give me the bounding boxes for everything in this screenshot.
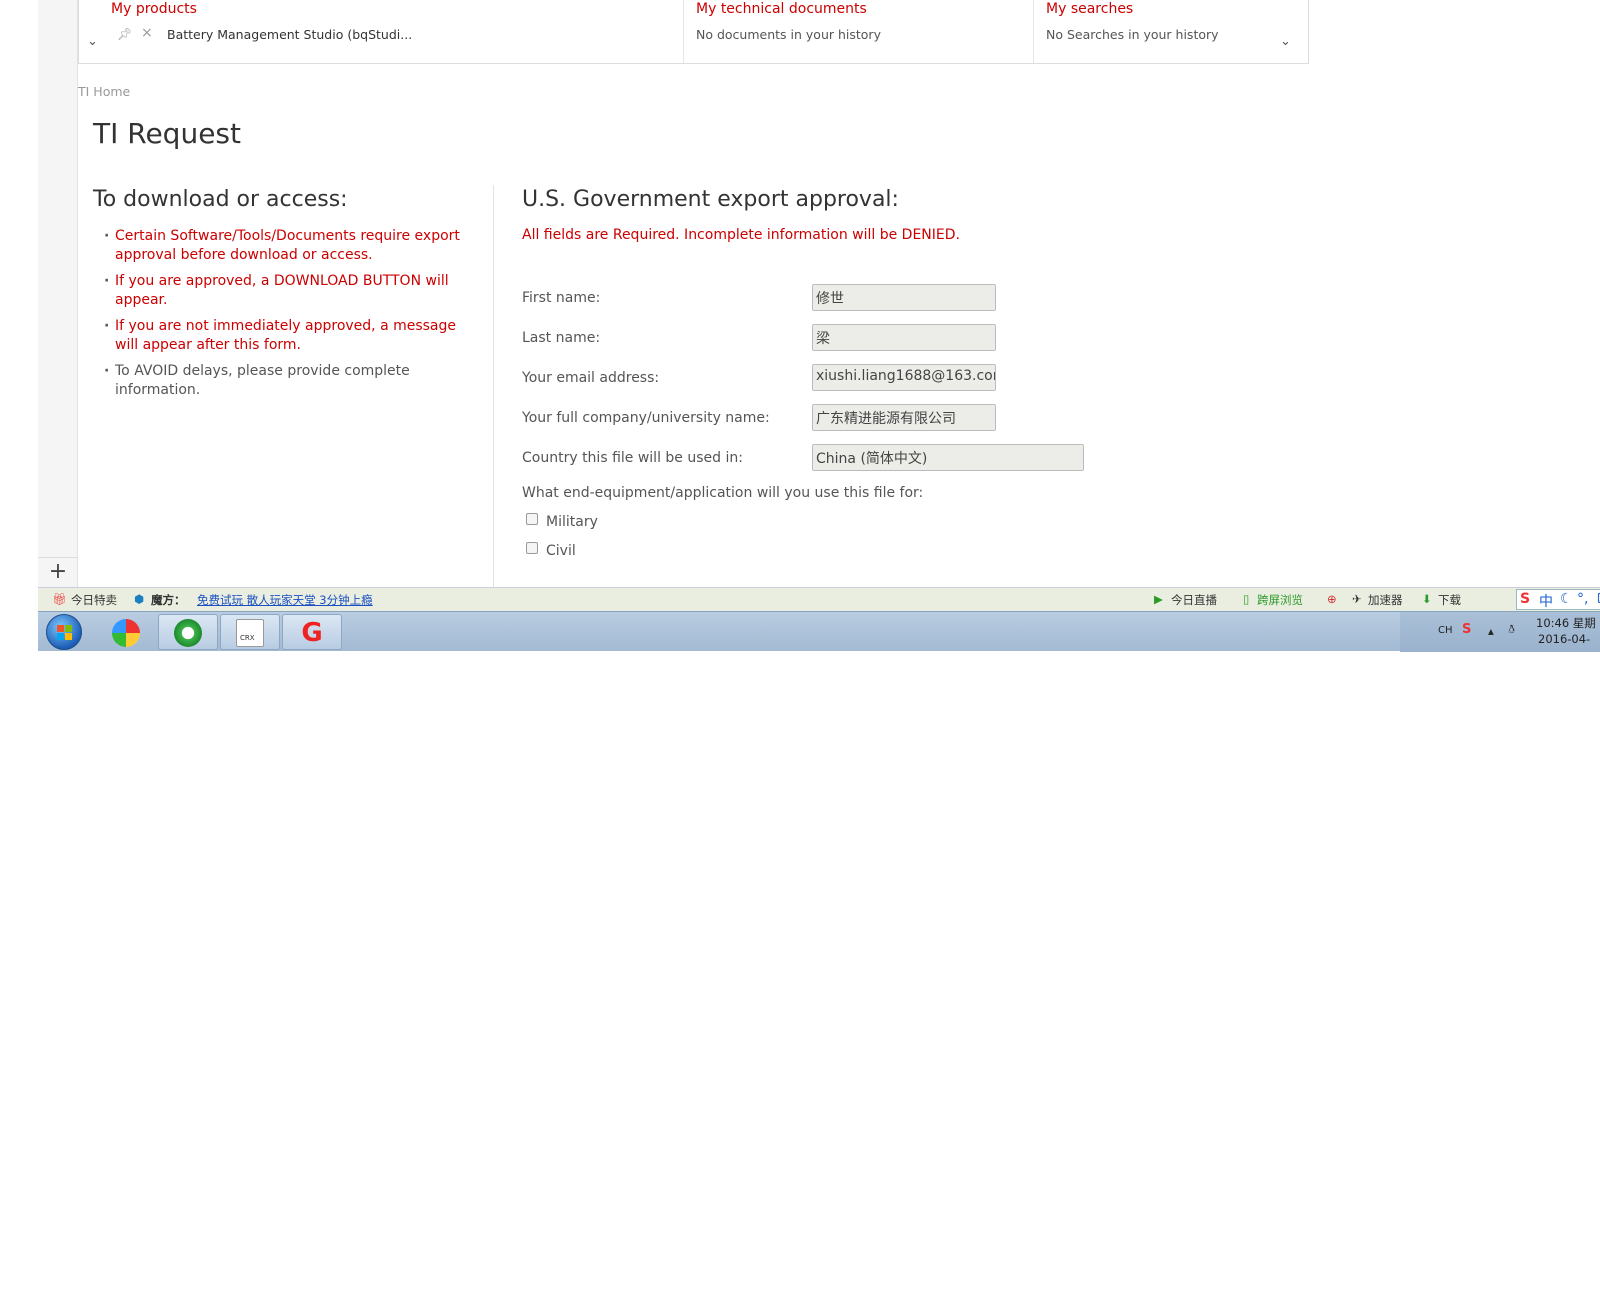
last-name-field[interactable]: 梁	[812, 324, 996, 351]
list-item: To AVOID delays, please provide complete…	[104, 362, 464, 400]
close-icon[interactable]: ×	[141, 25, 153, 41]
sogou-tray-icon[interactable]: S	[1462, 622, 1471, 637]
company-field[interactable]: 广东精进能源有限公司	[812, 404, 996, 431]
rocket-icon: ✈︎	[1352, 592, 1362, 606]
list-item: If you are approved, a DOWNLOAD BUTTON w…	[104, 272, 464, 310]
live-today-button[interactable]: 今日直播	[1171, 592, 1217, 608]
my-products-section: My products ⌄ 📌︎ × Battery Management St…	[79, 0, 683, 63]
left-gutter: +	[38, 0, 78, 587]
system-tray: CH S ▴ 🐧︎ 10:46 星期 2016-04-	[1400, 612, 1600, 652]
country-field[interactable]: China (简体中文)	[812, 444, 1084, 471]
taskbar-app-colors[interactable]	[96, 614, 156, 650]
start-button[interactable]	[46, 614, 82, 650]
my-documents-title[interactable]: My technical documents	[696, 1, 867, 17]
my-searches-title[interactable]: My searches	[1046, 1, 1133, 17]
country-label: Country this file will be used in:	[522, 450, 743, 466]
daily-deals-link[interactable]: 今日特卖	[71, 592, 117, 608]
browser-status-bar: 🎁︎ 今日特卖 ⬢ 魔方： 免费试玩 散人玩家天堂 3分钟上瘾 ▶︎ 今日直播 …	[38, 587, 1600, 611]
searches-empty-text: No Searches in your history	[1046, 27, 1219, 42]
download-access-heading: To download or access:	[93, 187, 348, 212]
my-documents-section: My technical documents No documents in y…	[683, 0, 1033, 63]
email-field[interactable]: xiushi.liang1688@163.com	[812, 364, 996, 391]
last-name-label: Last name:	[522, 330, 601, 346]
qq-icon[interactable]: 🐧︎	[1508, 622, 1515, 638]
page-title: TI Request	[93, 117, 241, 150]
cross-screen-button[interactable]: 跨屏浏览	[1257, 592, 1303, 608]
chevron-down-icon[interactable]: ⌄	[1280, 34, 1291, 49]
windows-logo-icon	[57, 625, 73, 641]
taskbar: CRX G CH S ▴ 🐧︎ 10:46 星期 2016-04-	[38, 611, 1600, 652]
cube-icon: ⬢	[134, 592, 145, 606]
download-info-list: Certain Software/Tools/Documents require…	[104, 227, 464, 407]
punctuation-icon[interactable]: °,	[1577, 591, 1588, 607]
crx-file-icon: CRX	[236, 619, 264, 647]
company-label: Your full company/university name:	[522, 410, 770, 426]
my-products-title[interactable]: My products	[111, 1, 197, 17]
required-notice: All fields are Required. Incomplete info…	[522, 227, 960, 243]
breadcrumb[interactable]: TI Home	[78, 84, 130, 99]
pin-icon[interactable]: 📌︎	[117, 27, 132, 41]
history-panel: My products ⌄ 📌︎ × Battery Management St…	[78, 0, 1309, 64]
clock-time[interactable]: 10:46 星期	[1536, 615, 1596, 631]
taskbar-crx-file[interactable]: CRX	[220, 614, 280, 650]
civil-checkbox[interactable]	[526, 542, 538, 554]
crx-file-label: CRX	[240, 634, 255, 642]
product-history-item[interactable]: Battery Management Studio (bqStudi...	[167, 27, 412, 42]
column-divider	[493, 185, 494, 587]
clock-date[interactable]: 2016-04-	[1538, 632, 1590, 646]
my-searches-section: My searches No Searches in your history …	[1033, 0, 1309, 63]
magic-label: 魔方：	[151, 593, 186, 607]
sogou-icon[interactable]: S	[1520, 591, 1530, 607]
first-name-label: First name:	[522, 290, 601, 306]
export-approval-heading: U.S. Government export approval:	[522, 187, 899, 212]
app-colors-icon	[112, 619, 140, 647]
lifebuoy-icon[interactable]: ⊕	[1327, 592, 1337, 606]
list-item: Certain Software/Tools/Documents require…	[104, 227, 464, 265]
moon-icon[interactable]: ☾	[1560, 591, 1573, 607]
military-option-label[interactable]: Military	[546, 514, 598, 530]
ad-link[interactable]: 免费试玩 散人玩家天堂 3分钟上瘾	[197, 592, 373, 608]
g-app-icon: G	[301, 618, 323, 648]
chevron-down-icon[interactable]: ⌄	[87, 34, 98, 49]
first-name-field[interactable]: 修世	[812, 284, 996, 311]
download-button[interactable]: 下载	[1438, 592, 1461, 608]
list-item: If you are not immediately approved, a m…	[104, 317, 464, 355]
tray-expand-icon[interactable]: ▴	[1488, 624, 1494, 638]
phone-icon: ▯	[1243, 592, 1250, 606]
language-indicator[interactable]: CH	[1438, 625, 1453, 636]
email-label: Your email address:	[522, 370, 660, 386]
gift-icon[interactable]: 🎁︎	[52, 592, 67, 606]
taskbar-browser[interactable]	[158, 614, 218, 650]
browser-icon	[174, 619, 202, 647]
documents-empty-text: No documents in your history	[696, 27, 881, 42]
download-icon: ⬇︎	[1422, 592, 1432, 606]
accelerator-button[interactable]: 加速器	[1368, 592, 1403, 608]
military-checkbox[interactable]	[526, 513, 538, 525]
civil-option-label[interactable]: Civil	[546, 543, 576, 559]
ime-toolbar[interactable]: S 中 ☾ °, ⌨︎ ●	[1516, 589, 1600, 610]
add-icon[interactable]: +	[38, 557, 78, 587]
play-icon: ▶︎	[1154, 592, 1163, 606]
taskbar-app-g[interactable]: G	[282, 614, 342, 650]
end-use-label: What end-equipment/application will you …	[522, 485, 924, 501]
ime-mode-toggle[interactable]: 中	[1539, 591, 1553, 611]
